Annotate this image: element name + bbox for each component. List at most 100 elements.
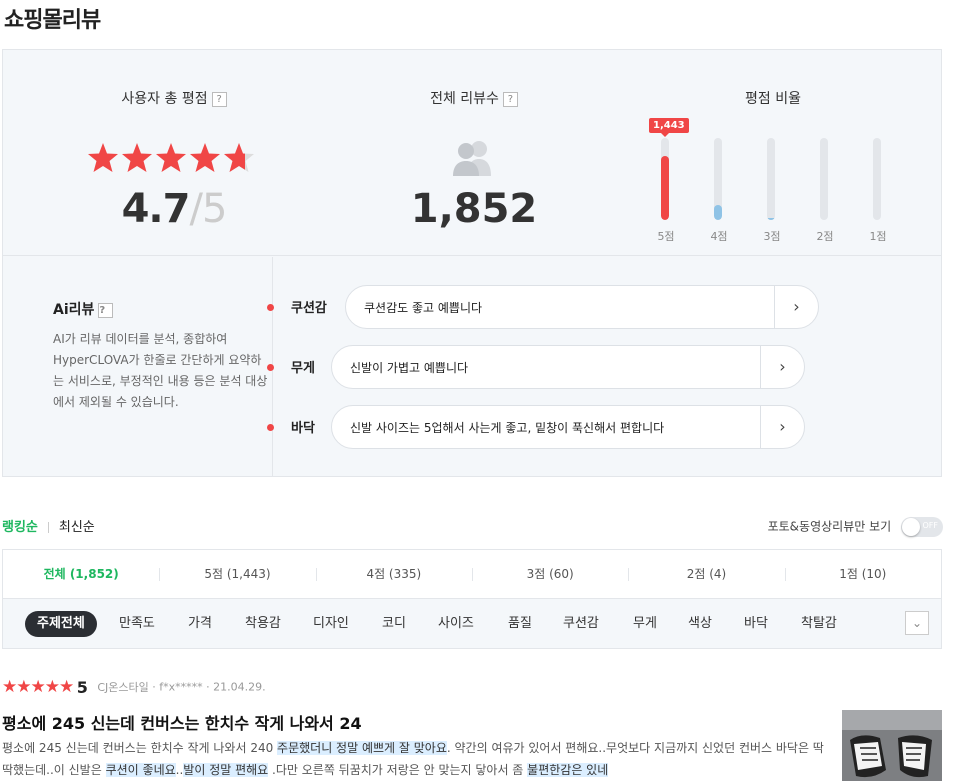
ai-summary-text: 쿠션감도 좋고 예쁩니다 (364, 301, 483, 315)
highlighted-phrase: 주문했더니 정말 예쁘게 잘 맞아요 (277, 741, 447, 755)
ai-summary-row: 쿠션감 쿠션감도 좋고 예쁩니다 › (267, 285, 827, 329)
rating-bar: 1점 (863, 138, 893, 248)
chevron-right-icon[interactable]: › (774, 286, 818, 328)
ai-summary-bubble[interactable]: 신발이 가볍고 예쁩니다 › (331, 345, 805, 389)
total-review-count: 1,852 (410, 186, 538, 232)
photo-review-filter: 포토&동영상리뷰만 보기 OFF (768, 517, 943, 537)
ai-summary-bubble[interactable]: 신발 사이즈는 5업해서 사는게 좋고, 밑창이 푹신해서 편합니다 › (331, 405, 805, 449)
sort-options: 랭킹순 최신순 (2, 516, 95, 535)
review-text: 평소에 245 신는데 컨버스는 한치수 작게 나와서 240 (2, 741, 278, 755)
divider (47, 522, 49, 533)
rating-bar-fill (661, 156, 669, 220)
chevron-right-icon[interactable]: › (760, 346, 804, 388)
topic-chip[interactable]: 색상 (688, 611, 712, 637)
score-tab[interactable]: 3점 (60) (471, 550, 628, 598)
highlighted-phrase: 쿠션이 좋네요 (105, 763, 176, 777)
total-count-title: 전체 리뷰수 (430, 91, 499, 107)
ai-summary-bubble[interactable]: 쿠션감도 좋고 예쁩니다 › (345, 285, 819, 329)
review-body: 평소에 245 신는데 컨버스는 한치수 작게 나와서 240 주문했더니 정말… (2, 737, 832, 781)
rating-bar: 4점 (704, 138, 734, 248)
photo-filter-label: 포토&동영상리뷰만 보기 (767, 519, 892, 534)
review-score: 5 (76, 677, 88, 697)
topic-chip[interactable]: 디자인 (313, 611, 349, 637)
bullet-dot (267, 304, 274, 311)
topic-chip[interactable]: 착탈감 (801, 611, 837, 637)
chevron-down-icon[interactable]: ⌄ (905, 611, 929, 635)
score-tab[interactable]: 전체 (1,852) (3, 550, 159, 598)
summary-top: 사용자 총 평점? 4.7/5 전체 리뷰수 ? 1,852 평점 비율 5점 … (3, 50, 941, 256)
topic-chip[interactable]: 쿠션감 (563, 611, 599, 637)
rating-bar: 2점 (810, 138, 840, 248)
rating-bar-label: 3점 (763, 230, 781, 243)
score-tab[interactable]: 5점 (1,443) (159, 550, 315, 598)
rating-bar: 5점 1,443 (649, 118, 689, 248)
page-title: 쇼핑몰리뷰 (4, 8, 101, 33)
bullet-dot (267, 424, 274, 431)
help-icon[interactable]: ? (98, 302, 114, 318)
bullet-dot (267, 364, 274, 371)
topic-chip[interactable]: 무게 (633, 611, 657, 637)
people-icon (451, 138, 495, 182)
topic-filter-bar: ⌄ 주제전체 만족도 가격 착용감 디자인 코디 사이즈 품질 쿠션감 무게 색상 바닥 착탈감 (2, 599, 942, 649)
review-text: .다만 오른쪽 뒤꿈치가 저랑은 안 맞는지 닿아서 좀 (268, 763, 528, 777)
total-count-section: 전체 리뷰수? 1,852 (359, 50, 589, 256)
rating-bar-track (714, 138, 722, 220)
review-stars: ★★★★★ (2, 677, 74, 697)
star-icons (88, 143, 254, 172)
chevron-right-icon[interactable]: › (760, 406, 804, 448)
rating-bar-track (661, 138, 669, 220)
photo-filter-toggle[interactable]: OFF (901, 517, 943, 537)
total-rating-title: 사용자 총 평점 (121, 91, 208, 107)
rating-max: 5 (201, 186, 227, 232)
ai-summary-key: 바닥 (291, 421, 315, 436)
ai-review-title: Ai리뷰 (53, 302, 95, 318)
rating-bar-track (873, 138, 881, 220)
review-meta: ★★★★★ 5 CJ온스타일 · f*x***** · 21.04.29. (2, 677, 266, 697)
rating-bar-label: 2점 (816, 230, 834, 243)
score-tab[interactable]: 4점 (335) (315, 550, 472, 598)
help-icon[interactable]: ? (502, 91, 518, 107)
average-rating: 4.7/5 (121, 186, 228, 232)
rating-stars (87, 142, 257, 178)
rating-ratio-section: 평점 비율 5점 1,443 4점 3점 2점 1점 (643, 50, 903, 256)
topic-chip[interactable]: 착용감 (245, 611, 281, 637)
review-title: 평소에 245 신는데 컨버스는 한치수 작게 나와서 24 (2, 714, 362, 733)
rating-bar-label: 5점 (657, 230, 675, 243)
topic-chip[interactable]: 만족도 (119, 611, 155, 637)
topic-chip[interactable]: 사이즈 (438, 611, 474, 637)
score-tab[interactable]: 1점 (10) (784, 550, 941, 598)
ai-summary-key: 무게 (291, 361, 315, 376)
review-shop: CJ온스타일 (97, 681, 149, 694)
rating-bar: 3점 (757, 138, 787, 248)
review-date: 21.04.29. (213, 680, 266, 694)
highlighted-phrase: 불편한감은 있네 (527, 763, 609, 777)
sort-latest[interactable]: 최신순 (59, 520, 95, 535)
ai-review-section: Ai리뷰? AI가 리뷰 데이터를 분석, 종합하여 HyperCLOVA가 한… (3, 257, 941, 476)
sort-ranking[interactable]: 랭킹순 (2, 520, 38, 535)
score-tab[interactable]: 2점 (4) (628, 550, 784, 598)
total-rating-section: 사용자 총 평점? 4.7/5 (59, 50, 289, 256)
rating-bar-label: 4점 (710, 230, 728, 243)
topic-chip[interactable]: 바닥 (744, 611, 768, 637)
topic-chip[interactable]: 주제전체 (25, 611, 97, 637)
topic-chip[interactable]: 코디 (382, 611, 406, 637)
ai-summary-text: 신발 사이즈는 5업해서 사는게 좋고, 밑창이 푹신해서 편합니다 (350, 421, 665, 435)
topic-chip[interactable]: 품질 (508, 611, 532, 637)
ai-review-description: AI가 리뷰 데이터를 분석, 종합하여 HyperCLOVA가 한줄로 간단하… (53, 332, 268, 409)
ai-summary-row: 바닥 신발 사이즈는 5업해서 사는게 좋고, 밑창이 푹신해서 편합니다 › (267, 405, 827, 449)
rating-bar-fill (767, 217, 775, 220)
rating-ratio-bars: 5점 1,443 4점 3점 2점 1점 (649, 118, 893, 248)
rating-bar-fill (714, 205, 722, 220)
help-icon[interactable]: ? (211, 91, 227, 107)
review-photo[interactable] (842, 710, 942, 781)
rating-ratio-title: 평점 비율 (745, 91, 801, 107)
review-summary: 사용자 총 평점? 4.7/5 전체 리뷰수 ? 1,852 평점 비율 5점 … (2, 49, 942, 477)
topic-chip[interactable]: 가격 (188, 611, 212, 637)
rating-bar-track (820, 138, 828, 220)
ai-summary-text: 신발이 가볍고 예쁩니다 (350, 361, 469, 375)
highlighted-phrase: 발이 정말 편해요 (183, 763, 269, 777)
rating-bar-track (767, 138, 775, 220)
ai-summary-row: 무게 신발이 가볍고 예쁩니다 › (267, 345, 827, 389)
ai-summary-key: 쿠션감 (291, 301, 327, 316)
rating-bar-label: 1점 (869, 230, 887, 243)
